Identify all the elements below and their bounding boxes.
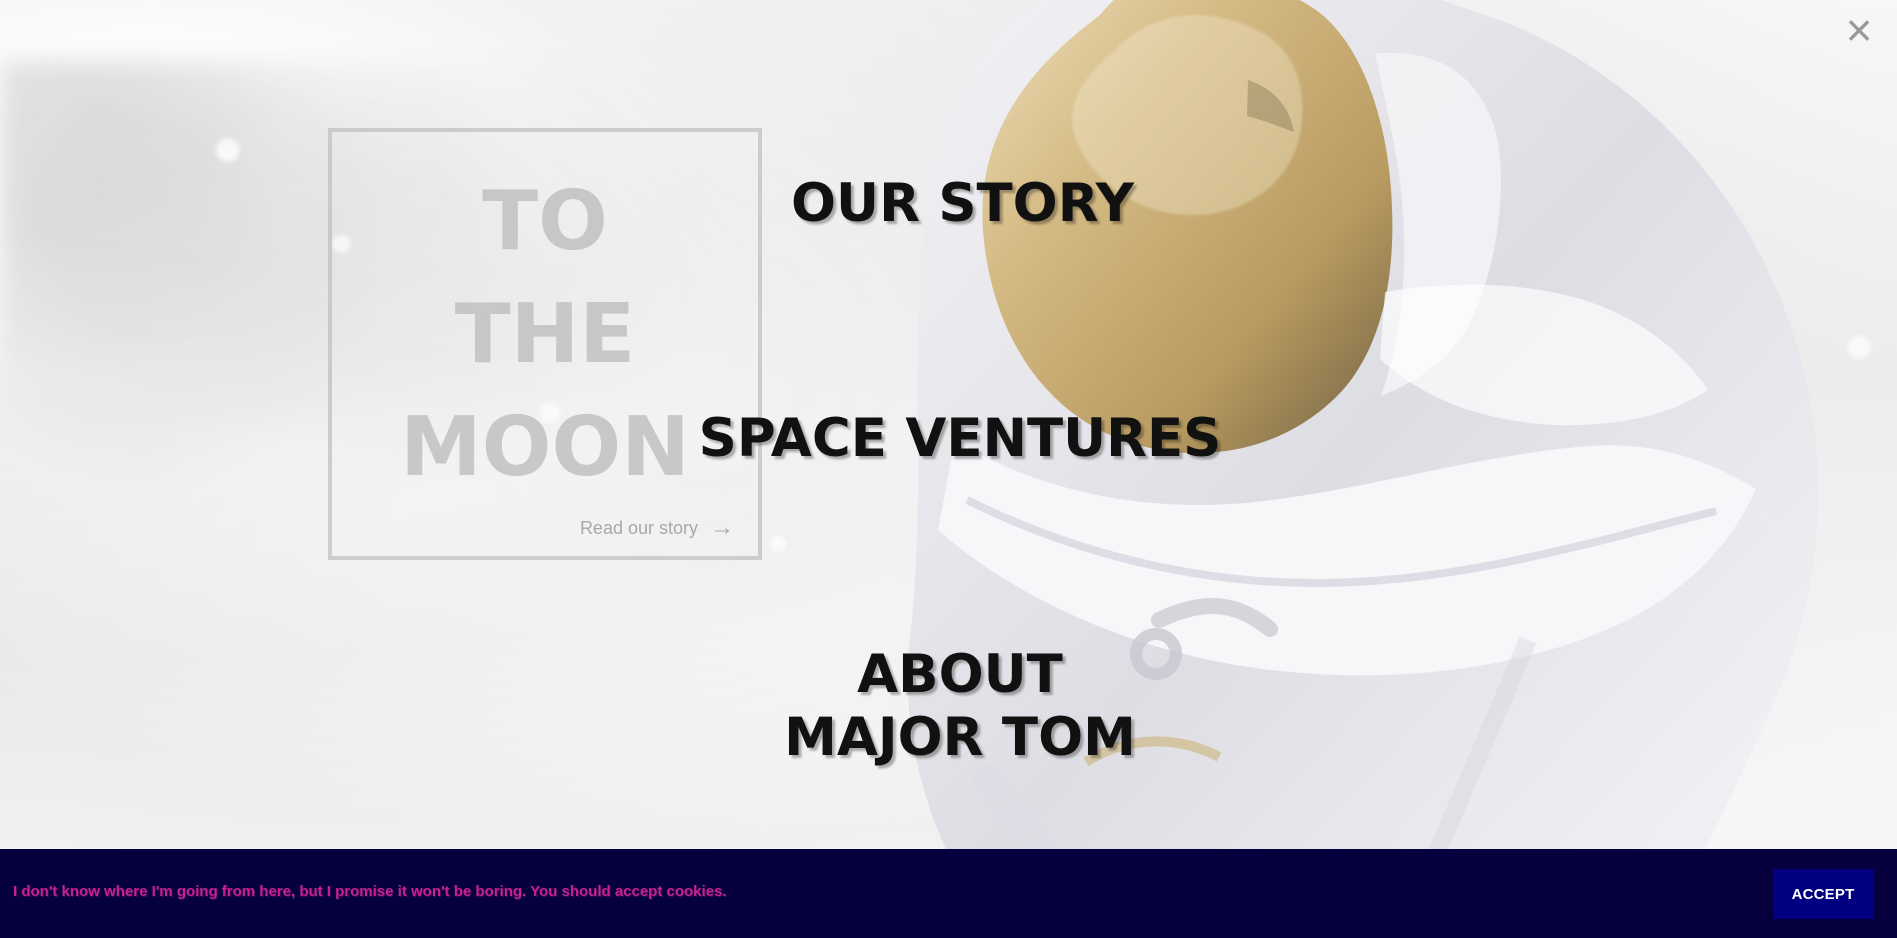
nav-item-label-line: ABOUT: [857, 644, 1063, 705]
close-icon: ×: [1845, 4, 1873, 56]
nav-item-space-ventures[interactable]: SPACE VENTURES: [695, 407, 1225, 470]
feature-card-title-line: TO: [482, 174, 608, 269]
arrow-right-icon: →: [710, 514, 734, 541]
feature-card-title-line: THE: [454, 287, 636, 382]
cookie-message: I don't know where I'm going from here, …: [13, 883, 727, 900]
nav-item-about-major-tom[interactable]: ABOUT MAJOR TOM: [784, 643, 1136, 769]
feature-card: TO THE MOON Read our story →: [328, 128, 762, 560]
nav-item-our-story[interactable]: OUR STORY: [791, 172, 1134, 235]
cookie-banner: I don't know where I'm going from here, …: [0, 849, 1897, 938]
main-menu-overlay: × TO THE MOON Read our story → OUR STORY…: [0, 0, 1897, 938]
nav-item-label-line: MAJOR TOM: [784, 707, 1136, 768]
close-menu-button[interactable]: ×: [1839, 4, 1879, 56]
read-our-story-label: Read our story: [579, 517, 698, 538]
accept-cookies-button[interactable]: ACCEPT: [1773, 869, 1873, 919]
read-our-story-link[interactable]: Read our story →: [580, 516, 734, 540]
